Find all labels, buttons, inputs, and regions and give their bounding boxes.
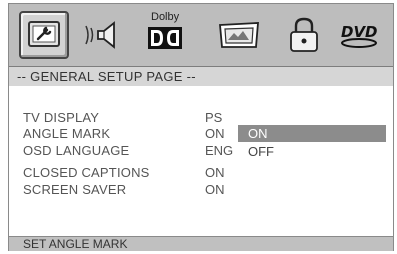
dolby-double-d-icon xyxy=(148,27,182,49)
setup-tabs: Dolby DVD xyxy=(9,4,393,66)
tab-video-setup[interactable] xyxy=(214,10,264,60)
setting-label: SCREEN SAVER xyxy=(23,182,127,197)
status-bar: SET ANGLE MARK xyxy=(9,236,393,251)
dolby-label: Dolby xyxy=(151,11,180,23)
setting-value: ON xyxy=(205,182,225,197)
setting-label: CLOSED CAPTIONS xyxy=(23,165,150,180)
setting-label: OSD LANGUAGE xyxy=(23,143,130,158)
tab-dvd[interactable]: DVD xyxy=(335,10,385,60)
setting-value: ENG xyxy=(205,143,234,158)
page-title-bar: -- GENERAL SETUP PAGE -- xyxy=(9,66,393,87)
setting-screen-saver[interactable]: SCREEN SAVER ON xyxy=(9,181,393,198)
setup-menu-window: Dolby DVD -- GENERAL SETUP PAGE -- TV DI… xyxy=(8,3,394,251)
status-text: SET ANGLE MARK xyxy=(23,237,128,251)
dolby-icon: Dolby xyxy=(140,10,190,60)
lock-icon xyxy=(290,17,318,52)
wrench-monitor-icon xyxy=(28,21,60,47)
tab-audio-setup[interactable] xyxy=(79,10,129,60)
settings-list: TV DISPLAY PS ANGLE MARK ON OSD LANGUAGE… xyxy=(9,86,393,236)
option-label: ON xyxy=(248,126,268,141)
option-on[interactable]: ON xyxy=(238,125,386,142)
setting-value: ON xyxy=(205,165,225,180)
option-off[interactable]: OFF xyxy=(238,143,386,160)
setting-label: ANGLE MARK xyxy=(23,126,111,141)
tab-preference[interactable] xyxy=(279,10,329,60)
dvd-logo-icon: DVD xyxy=(341,23,378,48)
setting-tv-display[interactable]: TV DISPLAY PS xyxy=(9,109,393,126)
tab-general-setup[interactable] xyxy=(19,10,69,60)
tab-dolby-setup[interactable]: Dolby xyxy=(140,10,190,60)
setting-value: ON xyxy=(205,126,225,141)
speaker-icon xyxy=(85,21,115,49)
page-title: -- GENERAL SETUP PAGE -- xyxy=(17,69,196,84)
option-label: OFF xyxy=(248,144,274,159)
setting-label: TV DISPLAY xyxy=(23,110,100,125)
setting-value: PS xyxy=(205,110,223,125)
tv-screen-icon xyxy=(219,22,259,48)
setting-closed-captions[interactable]: CLOSED CAPTIONS ON xyxy=(9,164,393,181)
